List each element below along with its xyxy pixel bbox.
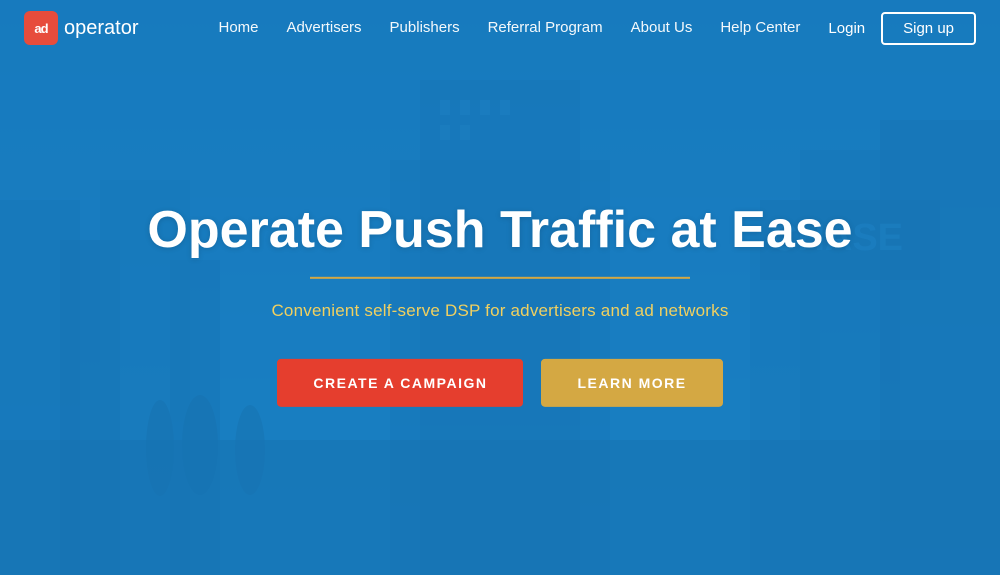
logo-text: operator bbox=[64, 17, 139, 40]
nav-about[interactable]: About Us bbox=[631, 19, 693, 36]
hero-buttons: CREATE A CAMPAIGN LEARN MORE bbox=[110, 359, 890, 407]
learn-more-button[interactable]: LEARN MORE bbox=[541, 359, 722, 407]
logo-icon: ad bbox=[24, 11, 58, 45]
nav-links: Home Advertisers Publishers Referral Pro… bbox=[219, 19, 801, 37]
logo-link[interactable]: ad operator bbox=[24, 11, 139, 45]
create-campaign-button[interactable]: CREATE A CAMPAIGN bbox=[277, 359, 523, 407]
hero-subtitle: Convenient self-serve DSP for advertiser… bbox=[110, 301, 890, 321]
hero-section: CHASE ad operator Home Advertisers Publi… bbox=[0, 0, 1000, 575]
hero-divider bbox=[310, 277, 690, 279]
login-link[interactable]: Login bbox=[828, 20, 865, 37]
hero-title: Operate Push Traffic at Ease bbox=[110, 201, 890, 258]
hero-content: Operate Push Traffic at Ease Convenient … bbox=[110, 201, 890, 406]
nav-referral[interactable]: Referral Program bbox=[488, 19, 603, 36]
nav-publishers[interactable]: Publishers bbox=[390, 19, 460, 36]
nav-help[interactable]: Help Center bbox=[720, 19, 800, 36]
signup-button[interactable]: Sign up bbox=[881, 12, 976, 45]
nav-advertisers[interactable]: Advertisers bbox=[287, 19, 362, 36]
nav-actions: Login Sign up bbox=[828, 12, 976, 45]
nav-home[interactable]: Home bbox=[219, 19, 259, 36]
navbar: ad operator Home Advertisers Publishers … bbox=[0, 0, 1000, 56]
